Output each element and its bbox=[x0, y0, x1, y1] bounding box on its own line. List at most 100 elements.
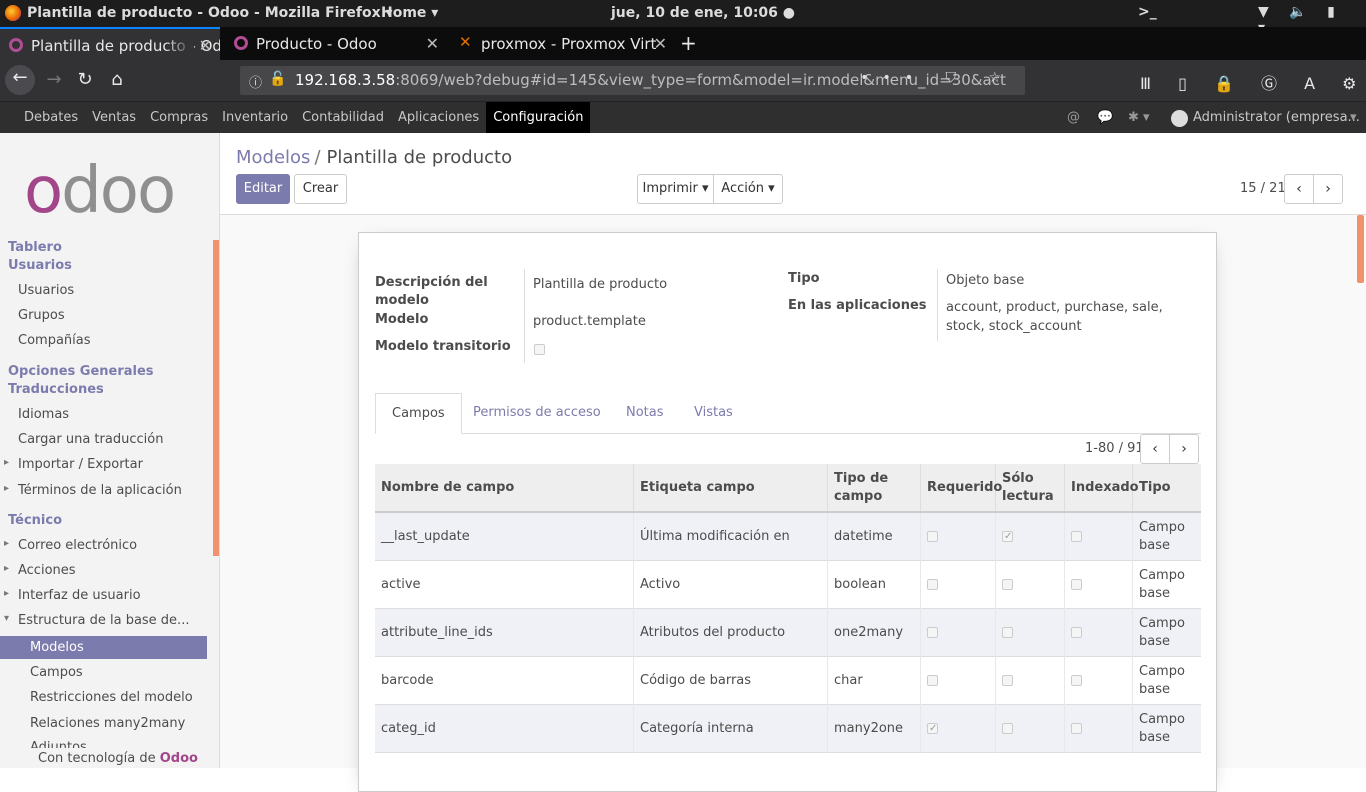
sidebar-item-opciones-generales[interactable]: Opciones Generales bbox=[8, 364, 154, 379]
menu-compras[interactable]: Compras bbox=[143, 102, 215, 134]
column-header[interactable]: Etiqueta campo bbox=[634, 464, 828, 511]
chevron-right-icon[interactable]: › bbox=[1169, 434, 1199, 464]
insecure-lock-icon[interactable]: 🔓 bbox=[269, 71, 286, 87]
sidebar-item-importar-exportar[interactable]: Importar / Exportar bbox=[4, 457, 143, 472]
sidebar-item-idiomas[interactable]: Idiomas bbox=[18, 407, 69, 422]
sidebar-item-terminos[interactable]: Términos de la aplicación bbox=[4, 483, 182, 498]
forward-icon[interactable]: → bbox=[40, 67, 68, 95]
chevron-left-icon[interactable]: ‹ bbox=[1140, 434, 1170, 464]
url-bar[interactable]: ⓘ 🔓 192.168.3.58:8069/web?debug#id=145&v… bbox=[240, 66, 1025, 95]
home-icon[interactable]: ⌂ bbox=[103, 67, 131, 95]
sidebar-item-adjuntos[interactable]: Adjuntos bbox=[30, 740, 87, 748]
cell-indexed bbox=[1065, 609, 1133, 657]
required-checkbox bbox=[927, 720, 938, 738]
chat-icon[interactable]: 💬 bbox=[1097, 110, 1113, 125]
table-row[interactable]: barcode Código de barras char Campo base bbox=[375, 657, 1201, 705]
chevron-down-icon[interactable]: ▾ bbox=[1350, 110, 1357, 125]
apps-label: En las aplicaciones bbox=[788, 298, 927, 313]
table-row[interactable]: categ_idCategoría internamany2one Campo b… bbox=[375, 705, 1201, 753]
action-dropdown[interactable]: Acción ▾ bbox=[713, 174, 783, 204]
table-row[interactable]: attribute_line_ids Atributos del producto… bbox=[375, 609, 1201, 657]
window-title[interactable]: Plantilla de producto - Odoo - Mozilla F… bbox=[27, 5, 393, 21]
at-icon[interactable]: @ bbox=[1067, 110, 1080, 125]
sidebar-item-traducciones[interactable]: Traducciones bbox=[8, 382, 104, 397]
record-pager[interactable]: 15 / 21 bbox=[1240, 181, 1286, 196]
print-dropdown[interactable]: Imprimir ▾ bbox=[637, 174, 714, 204]
sidebar: odoo Tablero Usuarios Usuarios Grupos Co… bbox=[0, 133, 220, 768]
browser-tab[interactable]: Producto - Odoo ✕ bbox=[225, 27, 447, 60]
sidebar-item-tablero[interactable]: Tablero bbox=[8, 240, 62, 255]
column-header[interactable]: Tipo de campo bbox=[828, 464, 921, 511]
tab-notas[interactable]: Notas bbox=[610, 393, 680, 434]
readonly-checkbox bbox=[1002, 579, 1013, 590]
sidebar-item-grupos[interactable]: Grupos bbox=[18, 308, 65, 323]
breadcrumb-modelos[interactable]: Modelos bbox=[236, 147, 310, 168]
browser-tab-active[interactable]: Plantilla de producto - Od ✕ bbox=[0, 27, 220, 60]
close-icon[interactable]: ✕ bbox=[199, 36, 212, 55]
close-icon[interactable]: ✕ bbox=[654, 34, 667, 53]
page-actions-icons[interactable]: ••• ⛉ ☆ bbox=[860, 70, 1015, 86]
sidebar-item-tecnico[interactable]: Técnico bbox=[8, 513, 62, 528]
sidebar-item-estructura[interactable]: Estructura de la base de... bbox=[4, 613, 190, 628]
user-menu[interactable]: Administrator (empresa... bbox=[1193, 110, 1360, 125]
column-header[interactable]: Requerido bbox=[921, 464, 1002, 511]
main-content: Modelos / Plantilla de producto Editar Cre… bbox=[220, 133, 1366, 792]
tab-vistas[interactable]: Vistas bbox=[678, 393, 749, 434]
create-button[interactable]: Crear bbox=[294, 174, 347, 204]
browser-tab[interactable]: ✕ proxmox - Proxmox Virt ✕ bbox=[450, 27, 675, 60]
type-label: Tipo bbox=[788, 271, 820, 286]
terminal-icon[interactable]: >_ bbox=[1138, 4, 1157, 20]
column-header[interactable]: Nombre de campo bbox=[375, 464, 634, 511]
column-header[interactable]: Indexado bbox=[1065, 464, 1139, 511]
breadcrumb-separator: / bbox=[314, 147, 321, 168]
sidebar-scrollbar[interactable] bbox=[213, 240, 219, 556]
back-icon[interactable]: ← bbox=[5, 65, 35, 95]
readonly-checkbox bbox=[1002, 723, 1013, 734]
sidebar-item-relaciones[interactable]: Relaciones many2many bbox=[30, 716, 185, 731]
form-view: Descripción del modelo Plantilla de prod… bbox=[220, 214, 1366, 792]
sidebar-item-correo[interactable]: Correo electrónico bbox=[4, 538, 137, 553]
sidebar-item-usuarios[interactable]: Usuarios bbox=[18, 283, 74, 298]
sidebar-item-cargar-traduccion[interactable]: Cargar una traducción bbox=[18, 432, 163, 447]
table-row[interactable]: __last_update Última modificación en datet… bbox=[375, 513, 1201, 561]
edit-button[interactable]: Editar bbox=[236, 174, 290, 204]
column-header[interactable]: Tipo bbox=[1133, 464, 1201, 511]
menu-inventario[interactable]: Inventario bbox=[215, 102, 295, 134]
scrollbar[interactable] bbox=[1357, 215, 1364, 283]
clock[interactable]: jue, 10 de ene, 10:06 ● bbox=[611, 5, 795, 21]
sidebar-item-usuarios-section[interactable]: Usuarios bbox=[8, 258, 72, 273]
sidebar-item-acciones[interactable]: Acciones bbox=[4, 563, 75, 578]
sidebar-item-campos[interactable]: Campos bbox=[30, 665, 83, 680]
toolbar-icons[interactable]: Ⅲ ▯ 🔒 Ⓖ A ⚙ ☰ bbox=[1140, 70, 1366, 94]
close-icon[interactable]: ✕ bbox=[426, 34, 439, 53]
odoo-link[interactable]: Odoo bbox=[160, 751, 198, 766]
tab-campos[interactable]: Campos bbox=[375, 393, 462, 434]
odoo-tab-icon bbox=[9, 38, 23, 52]
odoo-logo[interactable]: odoo bbox=[24, 159, 194, 223]
sidebar-item-companias[interactable]: Compañías bbox=[18, 333, 91, 348]
chevron-right-icon[interactable]: › bbox=[1313, 174, 1343, 204]
menu-debates[interactable]: Debates bbox=[17, 102, 85, 134]
menu-aplicaciones[interactable]: Aplicaciones bbox=[391, 102, 486, 134]
cell-type: boolean bbox=[828, 561, 921, 609]
sidebar-item-restricciones[interactable]: Restricciones del modelo bbox=[30, 690, 193, 705]
menu-contabilidad[interactable]: Contabilidad bbox=[295, 102, 391, 134]
reload-icon[interactable]: ↻ bbox=[71, 67, 99, 95]
sidebar-item-interfaz[interactable]: Interfaz de usuario bbox=[4, 588, 140, 603]
column-header[interactable]: Sólo lectura bbox=[996, 464, 1065, 511]
home-menu[interactable]: Home ▾ bbox=[381, 5, 438, 21]
debug-bug-icon[interactable]: ✱ ▾ bbox=[1128, 110, 1150, 125]
description-value: Plantilla de producto bbox=[533, 277, 668, 292]
new-tab-icon[interactable]: + bbox=[680, 31, 697, 55]
avatar[interactable] bbox=[1171, 110, 1188, 127]
menu-ventas[interactable]: Ventas bbox=[85, 102, 143, 134]
menu-configuracion[interactable]: Configuración bbox=[486, 102, 591, 134]
chevron-left-icon[interactable]: ‹ bbox=[1284, 174, 1314, 204]
cell-readonly bbox=[996, 609, 1065, 657]
table-row[interactable]: active Activo boolean Campo base bbox=[375, 561, 1201, 609]
list-pager[interactable]: 1-80 / 91 bbox=[1085, 441, 1144, 456]
info-icon[interactable]: ⓘ bbox=[249, 72, 262, 91]
tab-permisos[interactable]: Permisos de acceso bbox=[457, 393, 617, 434]
cell-required bbox=[921, 609, 996, 657]
sidebar-item-modelos[interactable]: Modelos bbox=[30, 640, 84, 655]
